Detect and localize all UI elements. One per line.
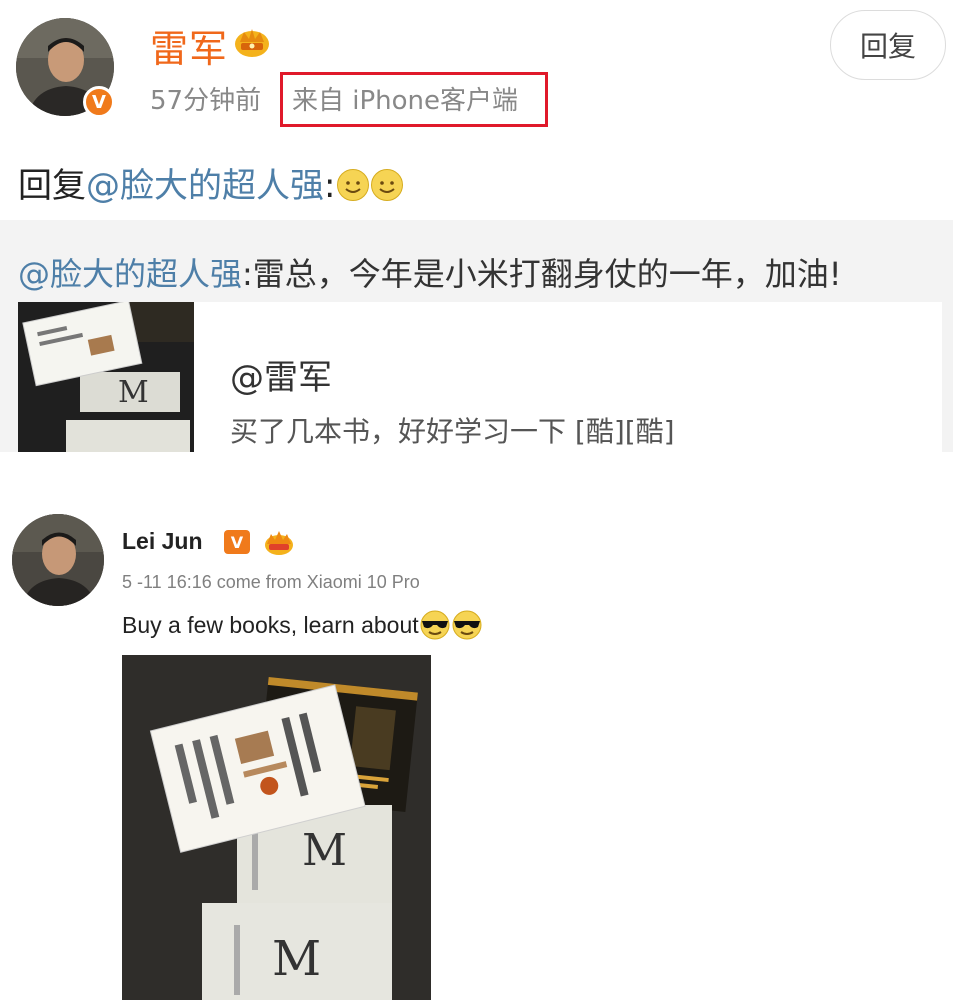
smiley-emoji-icon (337, 168, 370, 201)
post-time: 57分钟前 (150, 86, 262, 116)
crown-icon (235, 29, 269, 57)
post-text-content: Buy a few books, learn about (122, 612, 419, 639)
referenced-post-text: 买了几本书，好好学习一下 [酷][酷] (230, 415, 675, 448)
post-meta: 5 -11 16:16 come from Xiaomi 10 Pro (122, 572, 420, 592)
reply-text: 回复@脸大的超人强: (18, 158, 404, 207)
crown-icon (265, 531, 293, 555)
quoted-comment: @脸大的超人强:雷总，今年是小米打翻身仗的一年，加油! (18, 249, 842, 295)
reply-button[interactable]: 回复 (830, 10, 946, 80)
user-name[interactable]: Lei Jun (122, 528, 203, 555)
referenced-user-name[interactable]: @雷军 (230, 350, 332, 399)
svg-text:M: M (272, 931, 321, 987)
quoted-comment-text: :雷总，今年是小米打翻身仗的一年，加油! (242, 255, 842, 293)
post-photo[interactable]: M M (122, 655, 431, 1000)
cool-sunglasses-emoji-icon (452, 610, 482, 640)
mention-link[interactable]: @脸大的超人强 (86, 166, 324, 206)
post-text: Buy a few books, learn about (122, 610, 483, 642)
post-source: 来自 iPhone客户端 (292, 86, 519, 116)
reply-colon: : (324, 166, 336, 206)
svg-text:M: M (302, 825, 347, 876)
post-thumbnail[interactable]: M (18, 302, 194, 452)
reply-card: V 雷军 57分钟前 来自 iPhone客户端 回复 回复@脸大的超人强: @脸… (0, 0, 953, 452)
user-name[interactable]: 雷军 (150, 18, 228, 73)
mention-link[interactable]: @脸大的超人强 (18, 255, 242, 293)
smiley-emoji-icon (371, 168, 404, 201)
svg-text:M: M (118, 375, 149, 410)
avatar[interactable] (12, 514, 104, 606)
referenced-post-card[interactable]: M @雷军 买了几本书，好好学习一下 [酷][酷] (18, 302, 942, 452)
verified-badge-icon: V (83, 86, 115, 118)
reply-prefix: 回复 (18, 166, 86, 206)
cool-sunglasses-emoji-icon (420, 610, 450, 640)
verified-badge-icon: V (224, 530, 250, 554)
